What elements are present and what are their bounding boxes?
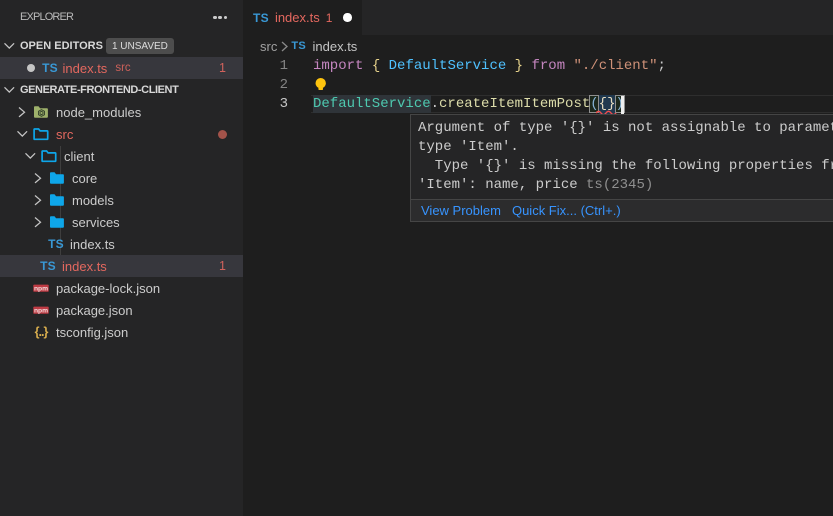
svg-text:npm: npm [34, 285, 48, 292]
svg-text:npm: npm [34, 307, 48, 314]
